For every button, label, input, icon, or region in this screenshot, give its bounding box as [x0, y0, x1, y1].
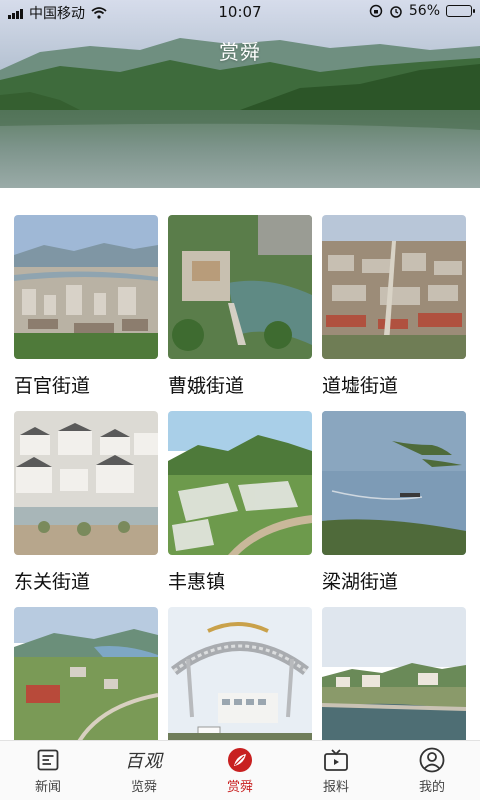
- hero-landscape-image: [0, 0, 480, 188]
- district-photo: [322, 215, 466, 359]
- tv-icon: [323, 747, 349, 773]
- battery-percent: 56%: [408, 3, 440, 19]
- tab-label: 览舜: [130, 780, 157, 795]
- rotation-lock-icon: [369, 4, 383, 18]
- battery-icon: [446, 5, 475, 17]
- district-photo: [322, 607, 466, 740]
- alarm-icon: [390, 6, 402, 18]
- leaf-icon: [227, 747, 253, 773]
- bottom-tab-bar: 新闻 百观 览舜 赏舜 报料 我的: [0, 740, 480, 800]
- tab-appreciate[interactable]: 赏舜: [192, 741, 288, 800]
- district-photo: [168, 215, 312, 359]
- district-label: 曹娥街道: [168, 375, 245, 397]
- district-photo: [168, 607, 312, 740]
- tab-label: 我的: [418, 780, 445, 795]
- district-card[interactable]: 百官街道: [14, 215, 158, 399]
- user-icon: [419, 747, 445, 773]
- tab-browse[interactable]: 百观 览舜: [96, 741, 192, 800]
- hero-banner: 赏舜: [0, 0, 480, 188]
- district-card[interactable]: [322, 607, 466, 740]
- tab-report[interactable]: 报料: [288, 741, 384, 800]
- status-bar: 中国移动 10:07 56%: [0, 0, 480, 24]
- district-label: 丰惠镇: [168, 571, 226, 593]
- district-grid: 百官街道 曹娥街道 道墟街道 东关街道 丰惠镇 梁湖街道: [14, 215, 466, 740]
- district-label: 东关街道: [14, 571, 91, 593]
- tab-label: 赏舜: [226, 780, 253, 795]
- district-label: 百官街道: [14, 375, 91, 397]
- district-photo: [14, 607, 158, 740]
- newspaper-icon: [35, 747, 61, 773]
- district-label: 道墟街道: [322, 375, 399, 397]
- district-label: 梁湖街道: [322, 571, 399, 593]
- tab-news[interactable]: 新闻: [0, 741, 96, 800]
- page-title: 赏舜: [219, 40, 261, 64]
- district-card[interactable]: 东关街道: [14, 411, 158, 595]
- district-card[interactable]: 梁湖街道: [322, 411, 466, 595]
- district-photo: [14, 411, 158, 555]
- district-photo: [168, 411, 312, 555]
- tab-mine[interactable]: 我的: [384, 741, 480, 800]
- district-card[interactable]: [168, 607, 312, 740]
- district-photo: [322, 411, 466, 555]
- district-photo: [14, 215, 158, 359]
- tab-label: 报料: [322, 780, 349, 795]
- district-card[interactable]: 丰惠镇: [168, 411, 312, 595]
- district-card[interactable]: 曹娥街道: [168, 215, 312, 399]
- district-card[interactable]: 道墟街道: [322, 215, 466, 399]
- tab-label: 新闻: [34, 780, 61, 795]
- calligraphy-logo-icon: 百观: [125, 751, 163, 772]
- district-card[interactable]: [14, 607, 158, 740]
